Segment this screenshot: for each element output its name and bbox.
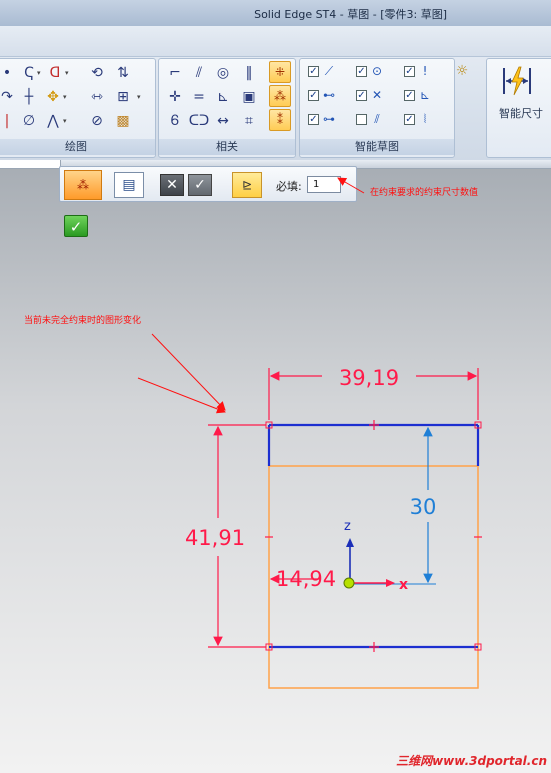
equal-relation-icon[interactable]: =	[189, 87, 209, 107]
title-bar: Solid Edge ST4 - 草图 - [零件3: 草图]	[0, 0, 551, 27]
fill-tool-icon[interactable]: ▩	[113, 111, 133, 131]
window-title: Solid Edge ST4 - 草图 - [零件3: 草图]	[254, 8, 447, 21]
horizontal-vertical-relation-icon[interactable]: ✛	[165, 87, 185, 107]
relation-handles-icon[interactable]: ⁜	[269, 61, 291, 83]
on-element-icon: ⦚	[423, 112, 427, 126]
group-label-draw: 绘图	[0, 139, 155, 155]
curve-tool-icon[interactable]: ∅	[19, 111, 39, 131]
connect-relation-icon[interactable]: ⌐	[165, 63, 185, 83]
ribbon-group-relate: ⌐ ⫽ ◎ ‖ ⁜ ✛ = ⊾ ▣ ⁂ Ꮾ ᑕᑐ ↔ ⌗ ⁑ 相关	[158, 58, 296, 158]
intellisketch-intersection-checkbox[interactable]: ✓	[356, 90, 367, 101]
parallel-relation-icon[interactable]: ⫽	[189, 63, 209, 83]
intellisketch-center-checkbox[interactable]: ✓	[356, 66, 367, 77]
shape-annotation: 当前未完全约束时的图形变化	[24, 316, 142, 326]
watermark: 三维网www.3dportal.cn	[396, 754, 547, 768]
arc-dropdown-icon[interactable]: ▾	[37, 63, 43, 83]
smart-dimension-icon	[503, 66, 531, 96]
ribbon: • Ҁ ▾ ᗡ ▾ ⟲ ⇅ ↷ ┼ ✥ ▾ ⇿ ⊞ ▾ | ∅ ⋀ ▾ ⊘ ▩ …	[0, 26, 551, 160]
offset-tool-icon[interactable]: ⟲	[87, 63, 107, 83]
move-tool-icon[interactable]: ✥	[43, 87, 63, 107]
lock-relation-icon[interactable]: ▣	[239, 87, 259, 107]
rigid-set-icon[interactable]: ⌗	[239, 111, 259, 131]
intellisketch-midpoint-checkbox[interactable]: ✓	[308, 90, 319, 101]
intellisketch-parallel-checkbox[interactable]	[356, 114, 367, 125]
accept-check-icon[interactable]: ✓	[64, 215, 88, 237]
tangent-icon: ⊶	[323, 112, 335, 126]
accept-button[interactable]: ✓	[188, 174, 212, 196]
required-annotation: 在约束要求的约束尺寸数值	[370, 188, 479, 198]
distance-relation-icon[interactable]: ↔	[213, 111, 233, 131]
fillet-dropdown-icon[interactable]: ▾	[65, 63, 71, 83]
sketch-canvas[interactable]	[0, 160, 551, 773]
symmetry-dropdown-icon[interactable]: ▾	[63, 111, 69, 131]
group-label-relate: 相关	[159, 139, 295, 155]
intellisketch-endpoint-checkbox[interactable]: ✓	[308, 66, 319, 77]
split-tool-icon[interactable]: ⇿	[87, 87, 107, 107]
move-dropdown-icon[interactable]: ▾	[63, 87, 69, 107]
relation-assistant-icon[interactable]: ⁂	[269, 85, 291, 107]
rectangle-dropdown-icon[interactable]: ▾	[137, 87, 143, 107]
extend-tool-icon[interactable]: ┼	[19, 87, 39, 107]
line-tool-icon[interactable]: |	[0, 111, 17, 131]
intellisketch-onelement-checkbox[interactable]: ✓	[404, 114, 415, 125]
mirror-tool-icon[interactable]: ⇅	[113, 63, 133, 83]
intellisketch-options-icon[interactable]: ☼	[452, 61, 472, 81]
group-label-intellisketch: 智能草图	[300, 139, 454, 155]
rectangle-tool-icon[interactable]: ⊞	[113, 87, 133, 107]
smart-dimension-label: 智能尺寸	[499, 107, 543, 120]
required-label: 必填:	[276, 180, 302, 193]
required-value-input[interactable]	[307, 176, 341, 193]
symmetry-tool-icon[interactable]: ⋀	[43, 111, 63, 131]
intellisketch-perpendicular-checkbox[interactable]: ✓	[404, 90, 415, 101]
color-code-icon[interactable]: ⁑	[269, 109, 291, 131]
endpoint-icon: ⟋	[324, 64, 334, 78]
vertical-icon: !	[422, 64, 428, 78]
intersection-icon: ✕	[371, 88, 383, 102]
intellisketch-vertical-checkbox[interactable]: ✓	[404, 66, 415, 77]
construction-tool-icon[interactable]: ⊘	[87, 111, 107, 131]
collinear-relation-icon[interactable]: ‖	[239, 63, 259, 83]
intellisketch-tangent-checkbox[interactable]: ✓	[308, 114, 319, 125]
command-bar: ⁂ ▤ ✕ ✓ ⊵ 必填:	[59, 166, 357, 202]
perpendicular-icon: ⊾	[419, 88, 431, 102]
options-button[interactable]: ▤	[114, 172, 144, 198]
perpendicular-relation-icon[interactable]: ⊾	[213, 87, 233, 107]
circle-tool-icon[interactable]: •	[0, 63, 17, 83]
cancel-button[interactable]: ✕	[160, 174, 184, 196]
symmetric-relation-icon[interactable]: ᑕᑐ	[189, 111, 209, 131]
trim-tool-icon[interactable]: ↷	[0, 87, 17, 107]
ribbon-group-draw: • Ҁ ▾ ᗡ ▾ ⟲ ⇅ ↷ ┼ ✥ ▾ ⇿ ⊞ ▾ | ∅ ⋀ ▾ ⊘ ▩ …	[0, 58, 156, 158]
ribbon-group-smartdim: 智能尺寸	[486, 58, 551, 158]
smart-dimension-button[interactable]	[499, 63, 535, 99]
relation-assistant-step-button[interactable]: ⁂	[64, 170, 102, 200]
document-tab[interactable]	[0, 160, 61, 168]
midpoint-icon: ⊷	[323, 88, 335, 102]
parallel-icon: ⫽	[374, 112, 380, 126]
fillet-tool-icon[interactable]: ᗡ	[45, 63, 65, 83]
center-point-icon: ⊙	[371, 64, 383, 78]
arc-tool-icon[interactable]: Ҁ	[19, 63, 39, 83]
relation-type-button[interactable]: ⊵	[232, 172, 262, 198]
concentric-relation-icon[interactable]: ◎	[213, 63, 233, 83]
ribbon-group-intellisketch: ✓ ⟋ ✓ ⊙ ✓ ! ✓ ⊷ ✓ ✕ ✓ ⊾ ✓ ⊶ ⫽ ✓ ⦚ ☼ 智能草图	[299, 58, 468, 158]
tangent-relation-icon[interactable]: Ꮾ	[165, 111, 185, 131]
ribbon-tabstrip	[0, 26, 551, 57]
